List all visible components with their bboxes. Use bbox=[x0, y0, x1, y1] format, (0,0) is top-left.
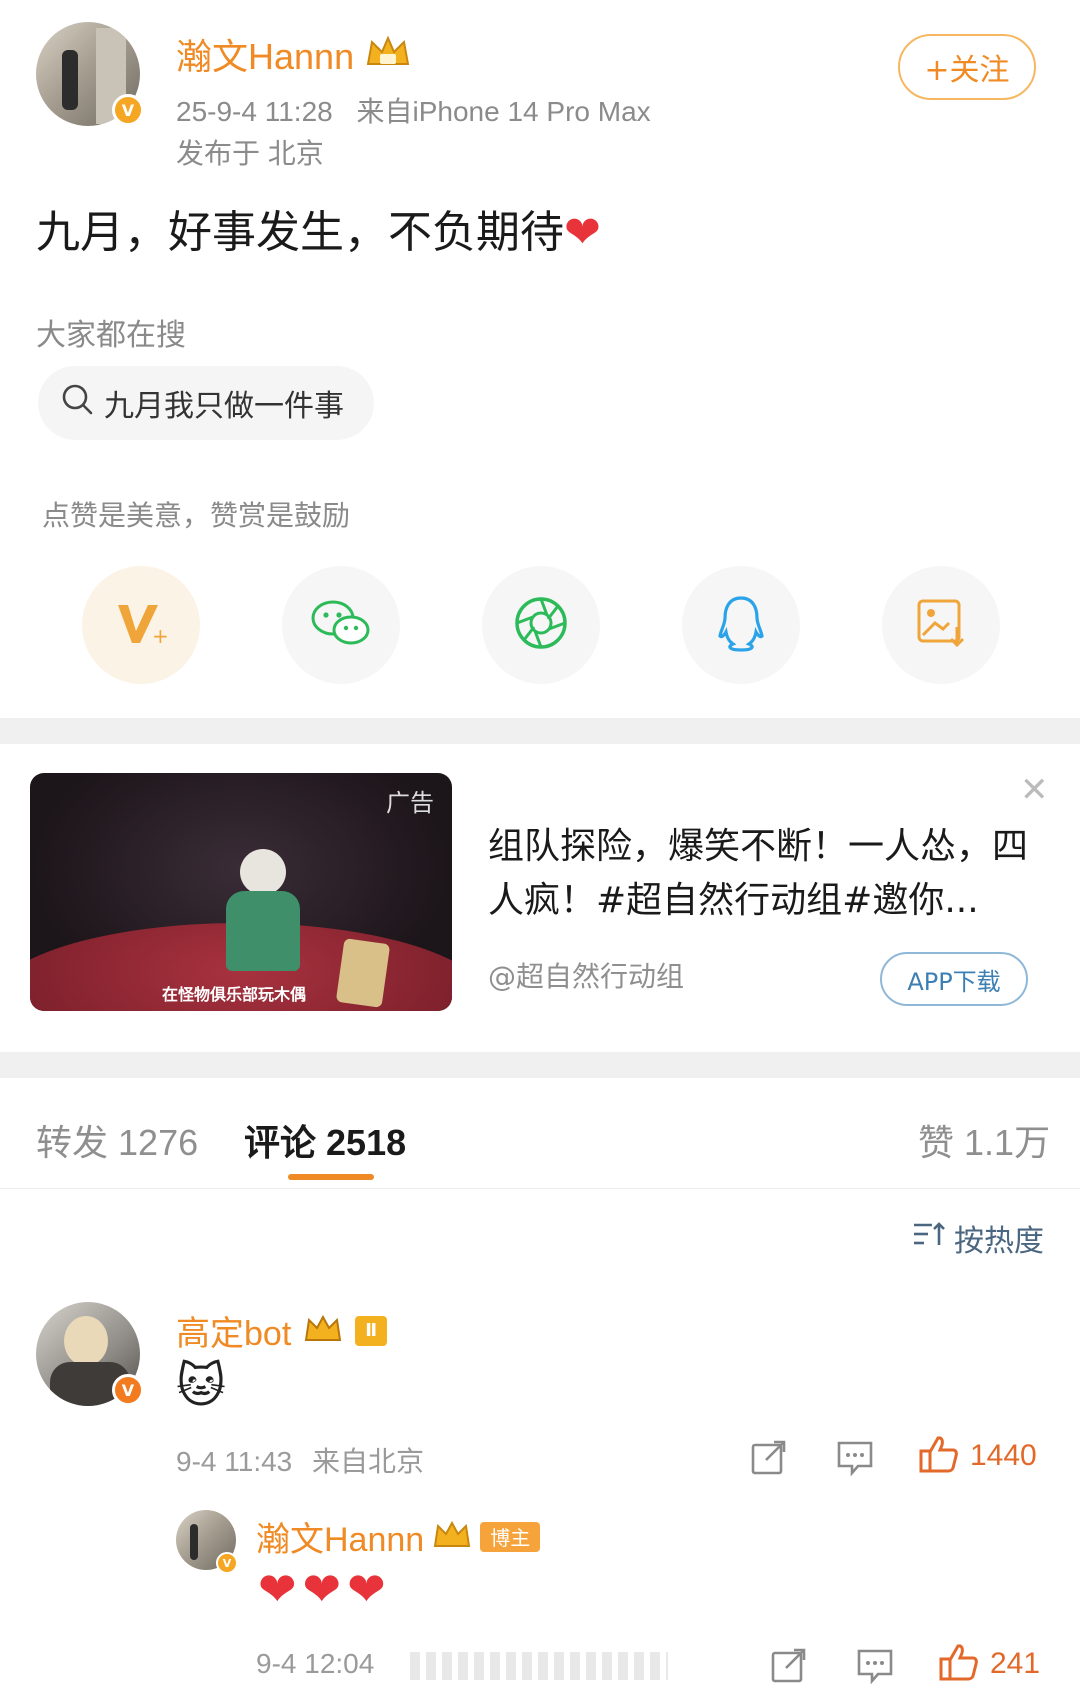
tab-likes-count: 1.1万 bbox=[964, 1122, 1051, 1163]
comment-location: 来自北京 bbox=[312, 1446, 425, 1477]
reply-comment-icon[interactable] bbox=[836, 1440, 874, 1476]
tab-repost[interactable]: 转发 1276 bbox=[36, 1114, 198, 1166]
commenter-name-row: 高定bot Ⅱ bbox=[176, 1306, 388, 1355]
wechat-icon bbox=[309, 596, 373, 654]
comment-meta: 9-4 11:43 来自北京 bbox=[176, 1440, 424, 1480]
heart-emoji: ❤ bbox=[564, 207, 601, 258]
ad-image-caption: 在怪物俱乐部玩木偶 bbox=[162, 985, 307, 1004]
comment-like-count: 1440 bbox=[970, 1439, 1037, 1472]
reply-time: 9-4 12:04 bbox=[256, 1648, 375, 1679]
verified-icon: V bbox=[216, 1552, 238, 1574]
ad-author[interactable]: @超自然行动组 bbox=[488, 955, 684, 995]
comment-time: 9-4 11:43 bbox=[176, 1446, 293, 1477]
ad-image[interactable]: 广告 在怪物俱乐部玩木偶 bbox=[30, 773, 452, 1011]
thumbs-up-icon bbox=[918, 1434, 960, 1478]
active-tab-indicator bbox=[288, 1174, 374, 1180]
post-time: 25-9-4 11:28 bbox=[176, 96, 333, 127]
sort-toggle[interactable]: 按热度 bbox=[912, 1216, 1044, 1260]
verified-icon: V bbox=[112, 1374, 144, 1406]
ad-title[interactable]: 组队探险，爆笑不断！一人怂，四人疯！#超自然行动组#邀你... bbox=[488, 820, 1028, 928]
sort-icon bbox=[912, 1220, 946, 1256]
tab-comments-count: 2518 bbox=[326, 1122, 407, 1163]
tab-likes[interactable]: 赞 1.1万 bbox=[918, 1114, 1050, 1166]
trending-search-chip[interactable]: 九月我只做一件事 bbox=[38, 366, 374, 440]
ad-tag: 广告 bbox=[386, 789, 434, 817]
share-weibo-vplus[interactable]: + bbox=[82, 566, 200, 684]
post-location: 发布于 北京 bbox=[176, 138, 324, 169]
post-source: 来自iPhone 14 Pro Max bbox=[356, 96, 651, 127]
blogger-badge: 博主 bbox=[480, 1521, 541, 1552]
member-level-badge: Ⅱ bbox=[355, 1315, 388, 1346]
tab-repost-label: 转发 bbox=[36, 1122, 109, 1163]
tabs-divider bbox=[0, 1188, 1080, 1189]
reply-name-row: 瀚文Hannn 博主 bbox=[256, 1512, 541, 1561]
crown-icon bbox=[432, 1520, 472, 1554]
sort-label: 按热度 bbox=[954, 1224, 1044, 1259]
tab-comments-label: 评论 bbox=[244, 1122, 317, 1163]
section-divider bbox=[0, 718, 1080, 744]
reply-content: ❤❤❤ bbox=[258, 1562, 392, 1616]
verified-icon: V bbox=[112, 94, 144, 126]
share-comment-icon[interactable] bbox=[750, 1438, 788, 1476]
crown-icon bbox=[364, 34, 412, 74]
share-reply-icon[interactable] bbox=[770, 1646, 808, 1684]
share-save-image[interactable] bbox=[882, 566, 1000, 684]
app-download-button[interactable]: APP下载 bbox=[880, 952, 1028, 1006]
author-name[interactable]: 瀚文Hannn bbox=[176, 28, 354, 80]
post-content: 九月，好事发生，不负期待❤ bbox=[36, 196, 601, 260]
thumbs-up-icon bbox=[938, 1642, 980, 1686]
trending-query: 九月我只做一件事 bbox=[104, 389, 344, 424]
watermark bbox=[410, 1652, 668, 1680]
reply-author-name[interactable]: 瀚文Hannn bbox=[256, 1512, 424, 1561]
tab-repost-count: 1276 bbox=[118, 1122, 199, 1163]
moments-icon bbox=[513, 595, 569, 655]
share-wechat[interactable] bbox=[282, 566, 400, 684]
save-image-icon bbox=[915, 597, 967, 653]
comment-emoji: 🐱 bbox=[176, 1358, 227, 1414]
author-name-row: 瀚文Hannn bbox=[176, 28, 412, 80]
tab-comments[interactable]: 评论 2518 bbox=[244, 1114, 406, 1166]
like-comment-button[interactable]: 1440 bbox=[918, 1434, 1037, 1478]
commenter-name[interactable]: 高定bot bbox=[176, 1306, 291, 1355]
svg-text:+: + bbox=[152, 624, 168, 647]
reply-like-count: 241 bbox=[990, 1647, 1041, 1680]
search-icon bbox=[60, 382, 94, 424]
share-moments[interactable] bbox=[482, 566, 600, 684]
follow-button[interactable]: +关注 bbox=[898, 34, 1036, 100]
weibo-vplus-icon: + bbox=[114, 599, 169, 651]
tab-likes-label: 赞 bbox=[918, 1122, 955, 1163]
post-meta: 25-9-4 11:28 来自iPhone 14 Pro Max bbox=[176, 90, 651, 130]
qq-icon bbox=[716, 594, 766, 656]
share-qq[interactable] bbox=[682, 566, 800, 684]
close-icon[interactable]: ✕ bbox=[1020, 770, 1049, 810]
crown-icon bbox=[303, 1314, 343, 1348]
reply-reply-icon[interactable] bbox=[856, 1648, 894, 1684]
trending-label: 大家都在搜 bbox=[36, 318, 186, 353]
reward-label: 点赞是美意，赞赏是鼓励 bbox=[42, 499, 351, 532]
section-divider bbox=[0, 1052, 1080, 1078]
post-text: 九月，好事发生，不负期待 bbox=[36, 207, 564, 258]
like-reply-button[interactable]: 241 bbox=[938, 1642, 1040, 1686]
